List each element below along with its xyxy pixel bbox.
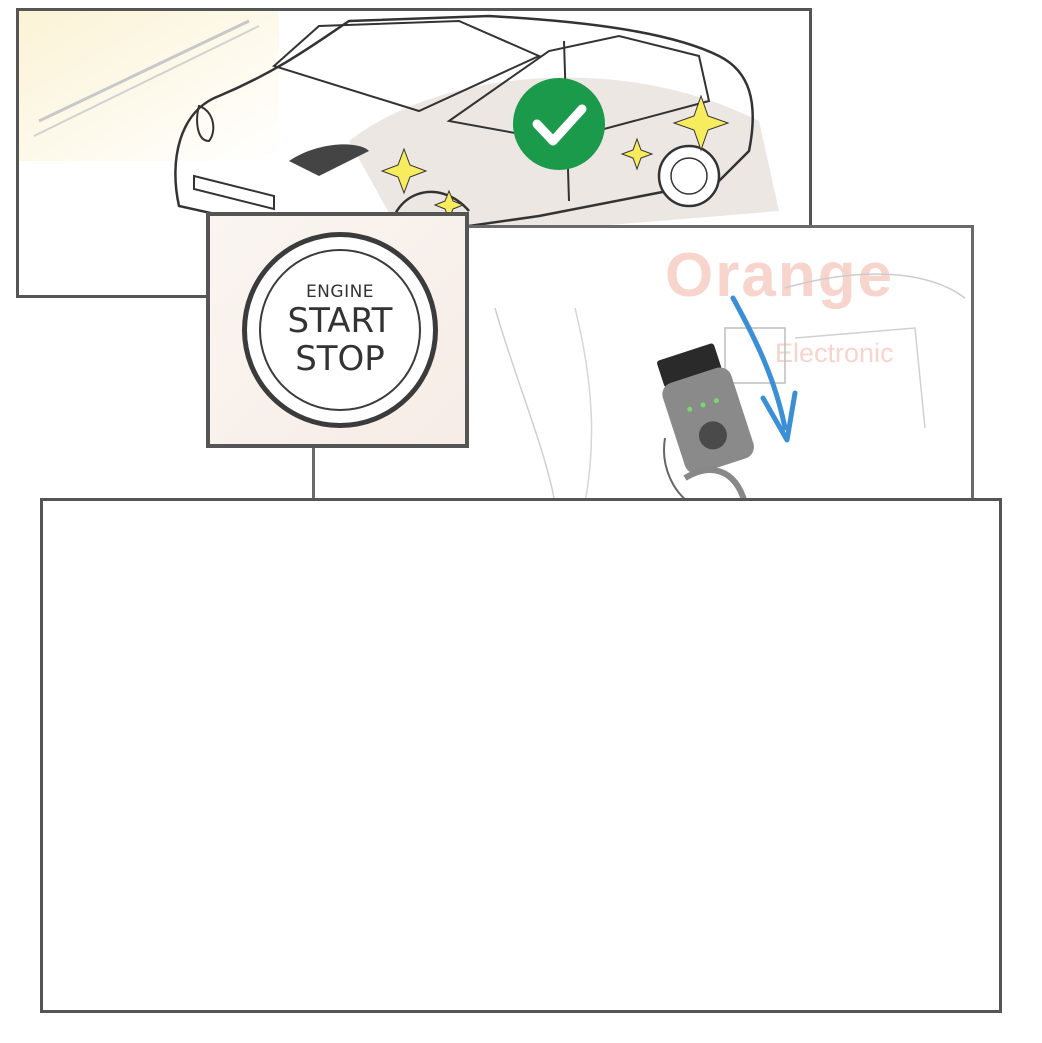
steering-column	[784, 273, 966, 299]
obd-tool	[657, 343, 754, 474]
engine-start-stop-button: ENGINE START STOP	[242, 232, 438, 428]
stop-label: STOP	[295, 339, 385, 379]
fog-lamp	[289, 144, 369, 176]
start-label: START	[287, 301, 393, 341]
engine-button-face: ENGINE START STOP	[259, 249, 421, 411]
empty-panel	[40, 498, 1002, 1013]
check-badge-icon	[513, 78, 605, 170]
engine-start-stop-card: ENGINE START STOP	[206, 212, 469, 448]
engine-label: ENGINE	[305, 282, 375, 302]
dash-line	[574, 307, 593, 503]
dash-line	[794, 327, 926, 429]
rear-wheel	[657, 144, 721, 208]
front-grille	[193, 174, 275, 211]
dash-line	[494, 307, 556, 503]
